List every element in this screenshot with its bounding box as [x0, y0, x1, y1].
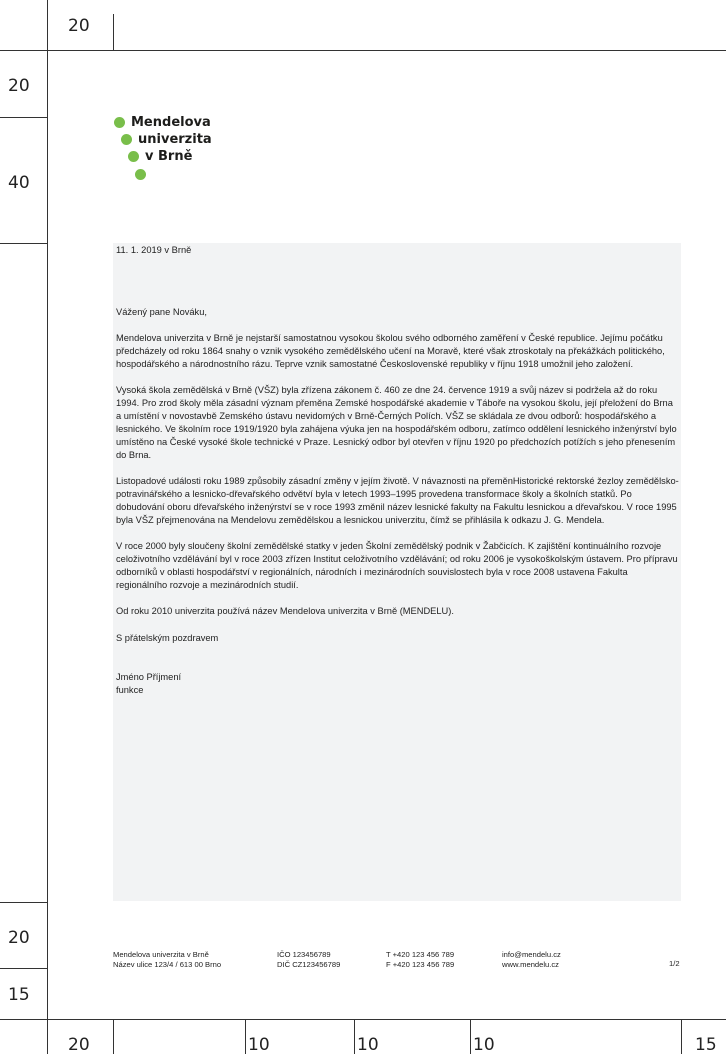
margin-label-left-footer-a: 20 — [8, 928, 30, 948]
guide-left-tick-4 — [0, 968, 48, 969]
footer-ids: IČO 123456789 DIČ CZ123456789 — [277, 950, 340, 969]
signature-role: funkce — [116, 685, 144, 695]
footer-phones: T +420 123 456 789 F +420 123 456 789 — [386, 950, 454, 969]
guide-left-tick-2 — [0, 243, 48, 244]
logo-line-1: Mendelova — [131, 115, 211, 130]
margin-label-top: 20 — [68, 16, 90, 36]
footer-tel: T +420 123 456 789 — [386, 950, 455, 959]
letter-closing: S přátelským pozdravem — [116, 633, 219, 643]
guide-left-tick-1 — [0, 117, 48, 118]
margin-label-bottom-3: 10 — [357, 1035, 379, 1055]
margin-label-left-footer-b: 15 — [8, 985, 30, 1005]
university-logo: Mendelova univerzita v Brně — [112, 114, 252, 186]
margin-label-bottom-2: 10 — [248, 1035, 270, 1055]
guide-left-vertical — [47, 0, 48, 1054]
letter-paragraph-5: Od roku 2010 univerzita používá název Me… — [116, 606, 454, 616]
logo-line-2: univerzita — [138, 132, 212, 147]
guide-top-vertical — [113, 14, 114, 50]
logo-dot-1 — [114, 117, 125, 128]
guide-top-horizontal — [0, 50, 726, 51]
letter-body: 11. 1. 2019 v Brně Vážený pane Nováku, M… — [116, 244, 680, 697]
logo-dot-2 — [121, 134, 132, 145]
margin-label-bottom-1: 20 — [68, 1035, 90, 1055]
guide-bottom-col-3 — [354, 1019, 355, 1054]
guide-bottom-col-1 — [113, 1019, 114, 1054]
margin-label-left-logo: 40 — [8, 173, 30, 193]
footer-email-link[interactable]: info@mendelu.cz — [502, 950, 561, 960]
footer-org-name: Mendelova univerzita v Brně — [113, 950, 209, 959]
footer-org: Mendelova univerzita v Brně Název ulice … — [113, 950, 221, 969]
letter-date: 11. 1. 2019 v Brně — [116, 245, 192, 255]
footer-ico: IČO 123456789 — [277, 950, 331, 959]
footer-dic: DIČ CZ123456789 — [277, 959, 341, 969]
guide-bottom-col-2 — [245, 1019, 246, 1054]
guide-bottom-col-5 — [681, 1019, 682, 1054]
signature-name: Jméno Příjmení — [116, 672, 182, 682]
logo-dot-4 — [135, 169, 146, 180]
margin-label-bottom-4: 10 — [473, 1035, 495, 1055]
margin-label-left-top: 20 — [8, 76, 30, 96]
letter-paragraph-1: Mendelova univerzita v Brně je nejstarší… — [116, 333, 665, 369]
margin-label-bottom-5: 15 — [695, 1035, 717, 1055]
footer-page-number: 1/2 — [669, 959, 680, 968]
guide-left-tick-3 — [0, 902, 48, 903]
guide-bottom-col-4 — [470, 1019, 471, 1054]
footer-contacts: info@mendelu.cz www.mendelu.cz — [502, 950, 561, 969]
footer-fax: F +420 123 456 789 — [386, 959, 455, 969]
logo-dot-3 — [128, 151, 139, 162]
letter-salutation: Vážený pane Nováku, — [116, 307, 207, 317]
logo-line-3: v Brně — [145, 149, 193, 164]
letter-paragraph-3: Listopadové události roku 1989 způsobily… — [116, 476, 679, 525]
guide-bottom-horizontal — [0, 1019, 726, 1020]
footer-web-link[interactable]: www.mendelu.cz — [502, 960, 561, 970]
footer-org-address: Název ulice 123/4 / 613 00 Brno — [113, 959, 222, 969]
letter-paragraph-4: V roce 2000 byly sloučeny školní zeměděl… — [116, 541, 678, 590]
letter-paragraph-2: Vysoká škola zemědělská v Brně (VŠZ) byl… — [116, 385, 677, 460]
